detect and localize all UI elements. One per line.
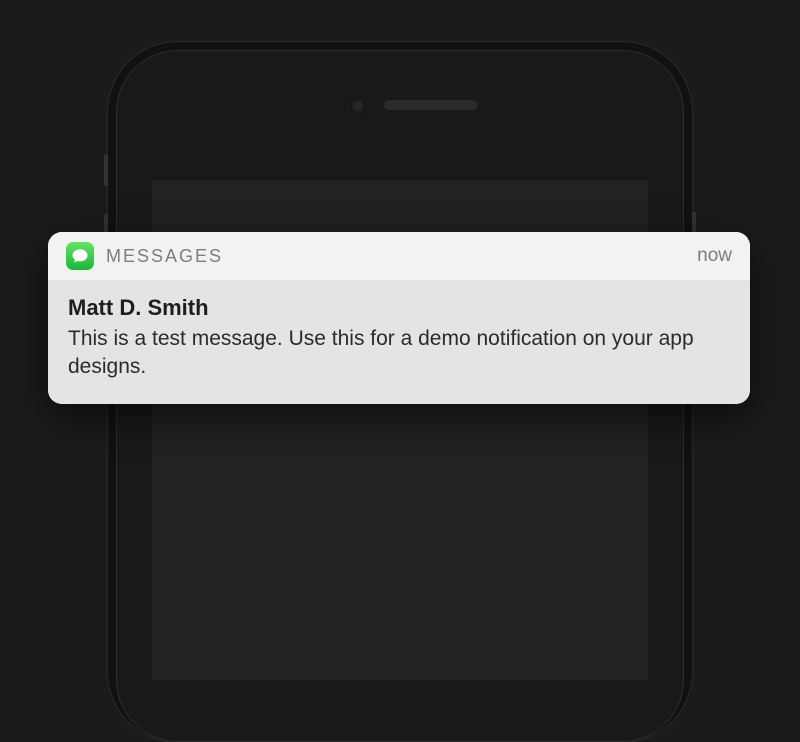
phone-camera (350, 98, 366, 114)
notification-app-name: MESSAGES (106, 246, 697, 267)
notification-header: MESSAGES now (48, 232, 750, 281)
notification-banner[interactable]: MESSAGES now Matt D. Smith This is a tes… (48, 232, 750, 404)
messages-icon (66, 242, 94, 270)
phone-speaker (384, 100, 478, 110)
notification-timestamp: now (697, 245, 732, 267)
notification-body: Matt D. Smith This is a test message. Us… (48, 281, 750, 404)
notification-message: This is a test message. Use this for a d… (68, 325, 730, 382)
phone-mute-switch (104, 154, 108, 186)
notification-sender: Matt D. Smith (68, 295, 730, 321)
